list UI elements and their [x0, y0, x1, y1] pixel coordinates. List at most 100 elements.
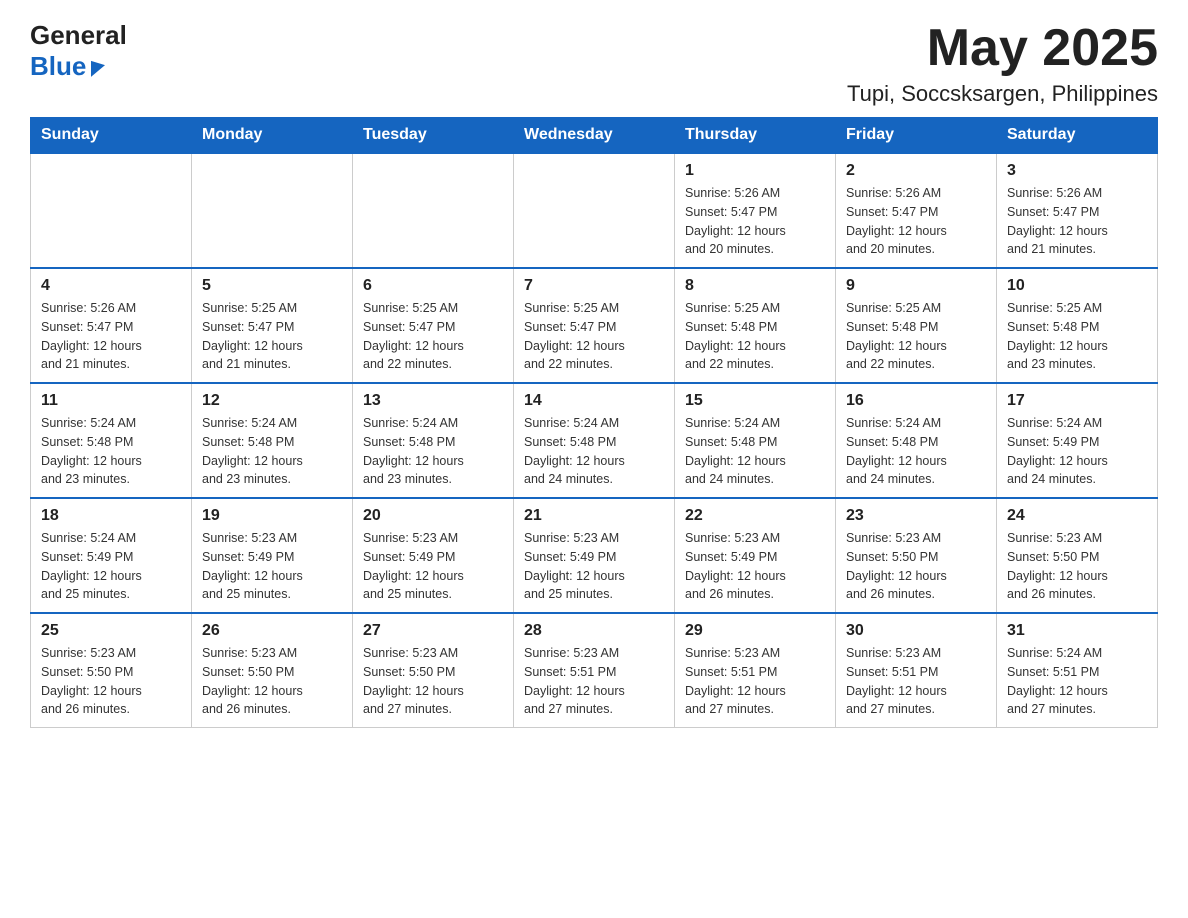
- calendar-day-cell: 21 Sunrise: 5:23 AMSunset: 5:49 PMDayligh…: [514, 498, 675, 613]
- calendar-day-cell: 12 Sunrise: 5:24 AMSunset: 5:48 PMDayligh…: [192, 383, 353, 498]
- day-number: 12: [202, 392, 342, 410]
- location-subtitle: Tupi, Soccsksargen, Philippines: [847, 81, 1158, 107]
- day-number: 24: [1007, 507, 1147, 525]
- day-info: Sunrise: 5:23 AMSunset: 5:49 PMDaylight:…: [524, 529, 664, 604]
- page-header: General Blue May 2025 Tupi, Soccsksargen…: [30, 20, 1158, 107]
- day-info: Sunrise: 5:25 AMSunset: 5:48 PMDaylight:…: [846, 299, 986, 374]
- day-info: Sunrise: 5:26 AMSunset: 5:47 PMDaylight:…: [846, 184, 986, 259]
- day-number: 19: [202, 507, 342, 525]
- day-number: 9: [846, 277, 986, 295]
- title-block: May 2025 Tupi, Soccsksargen, Philippines: [847, 20, 1158, 107]
- day-number: 29: [685, 622, 825, 640]
- day-info: Sunrise: 5:23 AMSunset: 5:50 PMDaylight:…: [363, 644, 503, 719]
- day-number: 6: [363, 277, 503, 295]
- calendar-header-cell-friday: Friday: [836, 118, 997, 154]
- day-info: Sunrise: 5:25 AMSunset: 5:48 PMDaylight:…: [1007, 299, 1147, 374]
- day-info: Sunrise: 5:23 AMSunset: 5:50 PMDaylight:…: [41, 644, 181, 719]
- logo: General Blue: [30, 20, 127, 82]
- calendar-day-cell: 19 Sunrise: 5:23 AMSunset: 5:49 PMDayligh…: [192, 498, 353, 613]
- day-number: 26: [202, 622, 342, 640]
- calendar-day-cell: 14 Sunrise: 5:24 AMSunset: 5:48 PMDayligh…: [514, 383, 675, 498]
- day-info: Sunrise: 5:23 AMSunset: 5:50 PMDaylight:…: [846, 529, 986, 604]
- day-info: Sunrise: 5:24 AMSunset: 5:48 PMDaylight:…: [41, 414, 181, 489]
- calendar-day-cell: [353, 153, 514, 268]
- calendar-day-cell: 8Sunrise: 5:25 AMSunset: 5:48 PMDaylight…: [675, 268, 836, 383]
- day-number: 10: [1007, 277, 1147, 295]
- calendar-header-cell-thursday: Thursday: [675, 118, 836, 154]
- calendar-day-cell: 5Sunrise: 5:25 AMSunset: 5:47 PMDaylight…: [192, 268, 353, 383]
- calendar-day-cell: 28Sunrise: 5:23 AMSunset: 5:51 PMDayligh…: [514, 613, 675, 728]
- day-number: 3: [1007, 162, 1147, 180]
- calendar-header-cell-wednesday: Wednesday: [514, 118, 675, 154]
- calendar-day-cell: 18Sunrise: 5:24 AMSunset: 5:49 PMDayligh…: [31, 498, 192, 613]
- day-number: 14: [524, 392, 664, 410]
- calendar-day-cell: [31, 153, 192, 268]
- calendar-day-cell: 4 Sunrise: 5:26 AMSunset: 5:47 PMDaylight…: [31, 268, 192, 383]
- day-number: 8: [685, 277, 825, 295]
- day-info: Sunrise: 5:23 AMSunset: 5:51 PMDaylight:…: [846, 644, 986, 719]
- calendar-header-cell-sunday: Sunday: [31, 118, 192, 154]
- day-number: 23: [846, 507, 986, 525]
- calendar-day-cell: 2 Sunrise: 5:26 AMSunset: 5:47 PMDaylight…: [836, 153, 997, 268]
- day-info: Sunrise: 5:23 AMSunset: 5:49 PMDaylight:…: [202, 529, 342, 604]
- calendar-week-row: 1 Sunrise: 5:26 AMSunset: 5:47 PMDaylight…: [31, 153, 1158, 268]
- day-number: 28: [524, 622, 664, 640]
- calendar-day-cell: 25 Sunrise: 5:23 AMSunset: 5:50 PMDayligh…: [31, 613, 192, 728]
- calendar-header-cell-saturday: Saturday: [997, 118, 1158, 154]
- calendar-header-cell-tuesday: Tuesday: [353, 118, 514, 154]
- day-number: 7: [524, 277, 664, 295]
- day-number: 21: [524, 507, 664, 525]
- calendar-day-cell: 7 Sunrise: 5:25 AMSunset: 5:47 PMDaylight…: [514, 268, 675, 383]
- day-number: 13: [363, 392, 503, 410]
- day-info: Sunrise: 5:23 AMSunset: 5:51 PMDaylight:…: [685, 644, 825, 719]
- calendar-table: SundayMondayTuesdayWednesdayThursdayFrid…: [30, 117, 1158, 728]
- calendar-week-row: 11 Sunrise: 5:24 AMSunset: 5:48 PMDayligh…: [31, 383, 1158, 498]
- calendar-week-row: 4 Sunrise: 5:26 AMSunset: 5:47 PMDaylight…: [31, 268, 1158, 383]
- day-info: Sunrise: 5:23 AMSunset: 5:50 PMDaylight:…: [202, 644, 342, 719]
- day-info: Sunrise: 5:24 AMSunset: 5:49 PMDaylight:…: [1007, 414, 1147, 489]
- day-number: 22: [685, 507, 825, 525]
- day-number: 2: [846, 162, 986, 180]
- calendar-body: 1 Sunrise: 5:26 AMSunset: 5:47 PMDaylight…: [31, 153, 1158, 728]
- calendar-day-cell: 10 Sunrise: 5:25 AMSunset: 5:48 PMDayligh…: [997, 268, 1158, 383]
- calendar-week-row: 25 Sunrise: 5:23 AMSunset: 5:50 PMDayligh…: [31, 613, 1158, 728]
- calendar-day-cell: 31Sunrise: 5:24 AMSunset: 5:51 PMDayligh…: [997, 613, 1158, 728]
- calendar-day-cell: 13Sunrise: 5:24 AMSunset: 5:48 PMDayligh…: [353, 383, 514, 498]
- day-info: Sunrise: 5:23 AMSunset: 5:49 PMDaylight:…: [363, 529, 503, 604]
- calendar-day-cell: 9 Sunrise: 5:25 AMSunset: 5:48 PMDaylight…: [836, 268, 997, 383]
- calendar-day-cell: 24Sunrise: 5:23 AMSunset: 5:50 PMDayligh…: [997, 498, 1158, 613]
- logo-general: General: [30, 20, 127, 51]
- calendar-day-cell: 6 Sunrise: 5:25 AMSunset: 5:47 PMDaylight…: [353, 268, 514, 383]
- day-info: Sunrise: 5:25 AMSunset: 5:47 PMDaylight:…: [524, 299, 664, 374]
- day-info: Sunrise: 5:26 AMSunset: 5:47 PMDaylight:…: [685, 184, 825, 259]
- day-info: Sunrise: 5:24 AMSunset: 5:48 PMDaylight:…: [202, 414, 342, 489]
- day-info: Sunrise: 5:24 AMSunset: 5:48 PMDaylight:…: [685, 414, 825, 489]
- calendar-day-cell: 16 Sunrise: 5:24 AMSunset: 5:48 PMDayligh…: [836, 383, 997, 498]
- calendar-header-cell-monday: Monday: [192, 118, 353, 154]
- day-info: Sunrise: 5:25 AMSunset: 5:47 PMDaylight:…: [363, 299, 503, 374]
- day-number: 25: [41, 622, 181, 640]
- calendar-day-cell: 23 Sunrise: 5:23 AMSunset: 5:50 PMDayligh…: [836, 498, 997, 613]
- day-number: 31: [1007, 622, 1147, 640]
- logo-blue: Blue: [30, 51, 127, 82]
- calendar-day-cell: 1 Sunrise: 5:26 AMSunset: 5:47 PMDaylight…: [675, 153, 836, 268]
- day-number: 1: [685, 162, 825, 180]
- calendar-day-cell: 11 Sunrise: 5:24 AMSunset: 5:48 PMDayligh…: [31, 383, 192, 498]
- calendar-day-cell: 17Sunrise: 5:24 AMSunset: 5:49 PMDayligh…: [997, 383, 1158, 498]
- logo-arrow-icon: [91, 57, 105, 77]
- day-number: 5: [202, 277, 342, 295]
- day-number: 4: [41, 277, 181, 295]
- day-number: 30: [846, 622, 986, 640]
- calendar-header: SundayMondayTuesdayWednesdayThursdayFrid…: [31, 118, 1158, 154]
- day-number: 11: [41, 392, 181, 410]
- day-info: Sunrise: 5:24 AMSunset: 5:48 PMDaylight:…: [524, 414, 664, 489]
- day-number: 18: [41, 507, 181, 525]
- day-info: Sunrise: 5:26 AMSunset: 5:47 PMDaylight:…: [41, 299, 181, 374]
- calendar-day-cell: 15Sunrise: 5:24 AMSunset: 5:48 PMDayligh…: [675, 383, 836, 498]
- calendar-week-row: 18Sunrise: 5:24 AMSunset: 5:49 PMDayligh…: [31, 498, 1158, 613]
- calendar-day-cell: 26 Sunrise: 5:23 AMSunset: 5:50 PMDayligh…: [192, 613, 353, 728]
- day-info: Sunrise: 5:24 AMSunset: 5:48 PMDaylight:…: [846, 414, 986, 489]
- calendar-day-cell: 22Sunrise: 5:23 AMSunset: 5:49 PMDayligh…: [675, 498, 836, 613]
- calendar-day-cell: 20Sunrise: 5:23 AMSunset: 5:49 PMDayligh…: [353, 498, 514, 613]
- day-number: 16: [846, 392, 986, 410]
